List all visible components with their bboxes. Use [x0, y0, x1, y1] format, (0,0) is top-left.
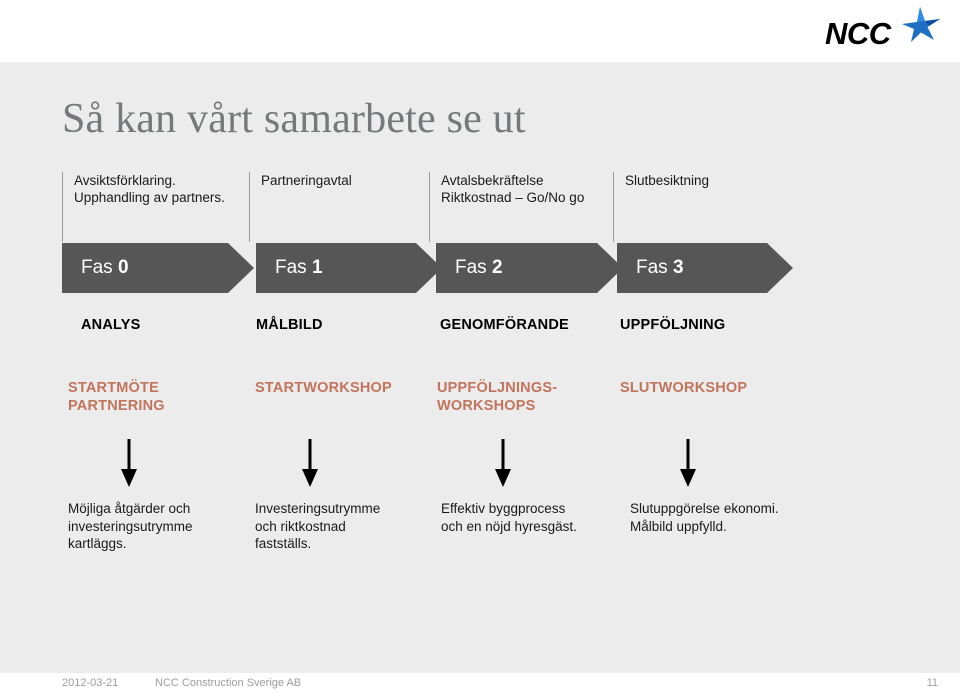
outcome-text-2: Effektiv byggprocess och en nöjd hyresgä…	[441, 500, 577, 535]
outcome-line: Investeringsutrymme	[255, 501, 381, 516]
workshop-label-3: SLUTWORKSHOP	[620, 379, 747, 397]
deliverable-line: Upphandling av partners.	[74, 190, 225, 205]
deliverable-line: Avtalsbekräftelse	[441, 173, 544, 188]
header-band: NCC	[0, 0, 960, 62]
footer-date: 2012-03-21	[62, 677, 119, 689]
workshop-line: STARTMÖTE	[68, 380, 159, 396]
stage-label-2: GENOMFÖRANDE	[440, 317, 569, 333]
footer-page-number: 11	[926, 677, 938, 689]
phase-number: 1	[311, 257, 323, 278]
deliverable-label-phase-3: Slutbesiktning	[613, 172, 794, 242]
arrow-down-icon	[680, 439, 696, 487]
footer-organization: NCC Construction Sverige AB	[155, 677, 302, 689]
phase-chevron-label: Fas 3	[617, 257, 684, 279]
deliverable-label-phase-0: Avsiktsförklaring. Upphandling av partne…	[62, 172, 248, 242]
workshop-line: WORKSHOPS	[437, 398, 536, 414]
phase-chevron-1: Fas 1	[256, 243, 442, 293]
ncc-logo: NCC	[822, 6, 942, 54]
star-icon	[902, 7, 940, 42]
workshop-label-0: STARTMÖTE PARTNERING	[68, 379, 165, 415]
phase-number: 0	[117, 257, 129, 278]
svg-text:NCC: NCC	[825, 16, 892, 51]
outcome-text-3: Slutuppgörelse ekonomi. Målbild uppfylld…	[630, 500, 779, 535]
phase-chevron-0: Fas 0	[62, 243, 254, 293]
arrow-down-icon	[121, 439, 137, 487]
phase-prefix: Fas	[636, 257, 668, 278]
down-arrow-3	[673, 439, 703, 487]
outcome-line: och riktkostnad	[255, 518, 346, 534]
phase-prefix: Fas	[275, 257, 307, 278]
deliverable-line: Slutbesiktning	[625, 173, 710, 188]
workshop-line: UPPFÖLJNINGS-	[437, 380, 558, 396]
phase-chevron-2: Fas 2	[436, 243, 623, 293]
deliverable-line: Riktkostnad – Go/No go	[441, 190, 585, 205]
phase-chevron-label: Fas 0	[62, 257, 129, 279]
slide-footer: 2012-03-21 NCC Construction Sverige AB 1…	[0, 673, 960, 698]
phase-prefix: Fas	[455, 257, 487, 278]
outcome-line: Målbild uppfylld.	[630, 518, 727, 534]
outcome-line: Möjliga åtgärder och	[68, 501, 191, 516]
outcome-line: Effektiv byggprocess	[441, 501, 566, 516]
deliverable-label-phase-2: Avtalsbekräftelse Riktkostnad – Go/No go	[429, 172, 612, 242]
outcome-line: Slutuppgörelse ekonomi.	[630, 501, 779, 516]
deliverable-label-phase-1: Partneringavtal	[249, 172, 428, 242]
phase-number: 2	[491, 257, 503, 278]
outcome-line: investeringsutrymme	[68, 518, 193, 534]
workshop-line: SLUTWORKSHOP	[620, 380, 748, 396]
stage-label-1: MÅLBILD	[256, 317, 323, 333]
outcome-text-1: Investeringsutrymme och riktkostnad fast…	[255, 500, 380, 553]
stage-label-0: ANALYS	[81, 317, 141, 333]
stage-label-3: UPPFÖLJNING	[620, 317, 726, 333]
slide-content-area: Så kan vårt samarbete se ut Avsiktsförkl…	[0, 62, 960, 673]
phase-chevron-label: Fas 1	[256, 257, 323, 279]
outcome-line: fastställs.	[255, 536, 312, 551]
down-arrow-0	[114, 439, 144, 487]
phase-chevron-3: Fas 3	[617, 243, 793, 293]
phase-prefix: Fas	[81, 257, 113, 278]
deliverable-line: Avsiktsförklaring.	[74, 173, 176, 188]
phase-number: 3	[672, 257, 684, 278]
outcome-line: kartläggs.	[68, 536, 127, 551]
phase-chevron-label: Fas 2	[436, 257, 503, 279]
arrow-down-icon	[495, 439, 511, 487]
down-arrow-1	[295, 439, 325, 487]
outcome-text-0: Möjliga åtgärder och investeringsutrymme…	[68, 500, 193, 553]
workshop-line: STARTWORKSHOP	[255, 380, 392, 396]
workshop-label-1: STARTWORKSHOP	[255, 379, 392, 397]
workshop-line: PARTNERING	[68, 398, 165, 414]
page-title: Så kan vårt samarbete se ut	[62, 96, 526, 142]
deliverable-line: Partneringavtal	[261, 173, 352, 188]
workshop-label-2: UPPFÖLJNINGS- WORKSHOPS	[437, 379, 557, 415]
down-arrow-2	[488, 439, 518, 487]
outcome-line: och en nöjd hyresgäst.	[441, 518, 577, 534]
arrow-down-icon	[302, 439, 318, 487]
